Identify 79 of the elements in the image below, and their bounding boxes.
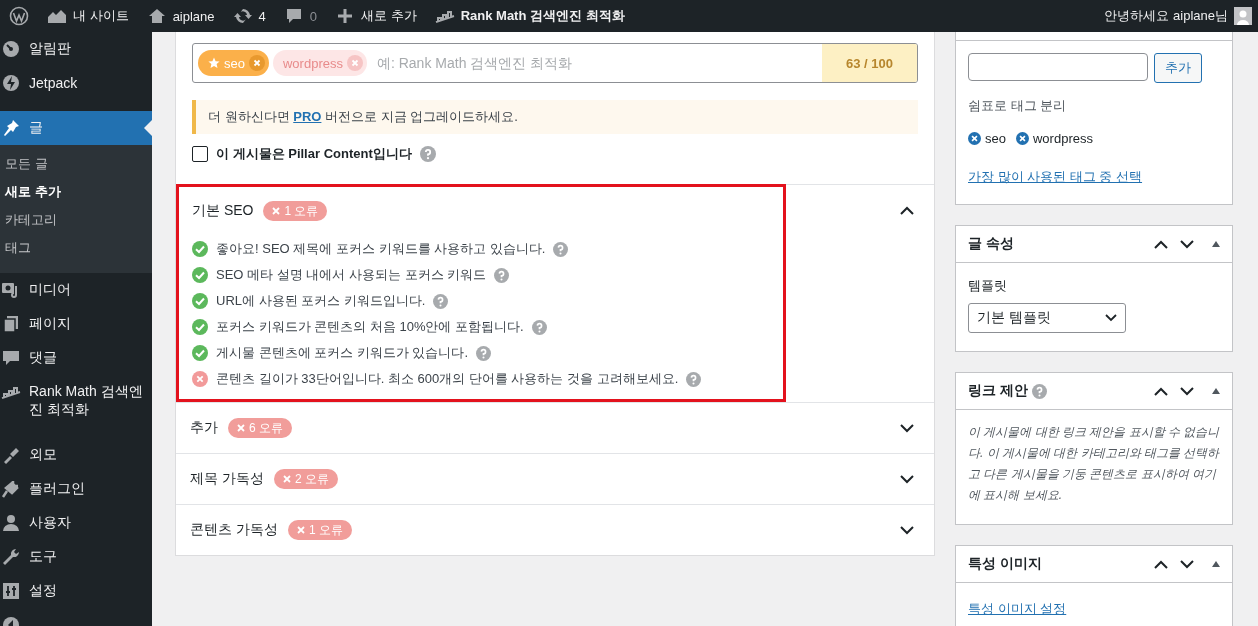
move-up-icon[interactable]	[1154, 239, 1168, 249]
sidebar-item[interactable]: 미디어	[0, 273, 152, 307]
check-text: URL에 사용된 포커스 키워드입니다.	[216, 292, 426, 310]
star-icon	[208, 57, 220, 69]
pillar-label: 이 게시물은 Pillar Content입니다	[216, 145, 412, 163]
pro-link[interactable]: PRO	[293, 109, 322, 124]
collapse-chevron-icon[interactable]	[900, 205, 914, 215]
submenu-item[interactable]: 모든 글	[0, 150, 152, 178]
sidebar-item[interactable]: 페이지	[0, 307, 152, 341]
check-text: SEO 메타 설명 내에서 사용되는 포커스 키워드	[216, 266, 487, 284]
move-down-icon[interactable]	[1180, 239, 1194, 249]
speech-bubble-icon	[1, 348, 21, 368]
expand-chevron-icon[interactable]	[900, 525, 914, 535]
remove-tag-icon[interactable]	[1015, 132, 1029, 145]
sidebar-item[interactable]: 플러그인	[0, 472, 152, 506]
error-badge: 6 오류	[228, 418, 292, 438]
error-badge: 2 오류	[273, 469, 338, 489]
error-badge: 1 오류	[287, 520, 352, 540]
collapse-toggle-icon[interactable]	[1212, 561, 1220, 567]
sidebar-item[interactable]: 외모	[0, 438, 152, 472]
check-text: 포커스 키워드가 콘텐츠의 처음 10%안에 포함됩니다.	[216, 318, 524, 336]
admin-bar-item[interactable]: aiplane	[137, 0, 224, 32]
pillar-checkbox[interactable]	[192, 146, 208, 162]
current-page-indicator	[144, 120, 152, 136]
admin-bar-item[interactable]: 내 사이트	[38, 0, 138, 32]
suggestions-message: 이 게시물에 대한 링크 제안을 표시할 수 없습니다. 이 게시물에 대한 카테고리와 태그를 선택하고 다른 게시물을 기둥 콘텐츠로 표시하여 여기에 표시해 보세요.	[968, 424, 1220, 504]
sidebar-item[interactable]: Rank Math 검색엔진 최적화	[0, 375, 152, 438]
tag-label: seo	[985, 131, 1006, 146]
section-title[interactable]: 추가	[190, 419, 218, 437]
sidebar-item[interactable]: 사용자	[0, 506, 152, 540]
upgrade-notice: 더 원하신다면 PRO 버전으로 지금 업그레이드하세요.	[192, 100, 918, 134]
sidebar-item[interactable]: 글	[0, 111, 152, 145]
tag-hint: 쉼표로 태그 분리	[968, 97, 1068, 115]
collapse-toggle-icon[interactable]	[1212, 241, 1220, 247]
wordpress-logo-icon	[9, 6, 29, 26]
most-used-tags-link[interactable]: 가장 많이 사용된 태그 중 선택	[968, 168, 1143, 186]
check-text: 콘텐츠 길이가 33단어입니다. 최소 600개의 단어를 사용하는 것을 고려해보세요.	[216, 370, 679, 388]
expand-chevron-icon[interactable]	[900, 423, 914, 433]
panel-title: 링크 제안	[968, 382, 1028, 400]
expand-chevron-icon[interactable]	[900, 474, 914, 484]
sidebar-item[interactable]: 도구	[0, 540, 152, 574]
collapse-toggle-icon[interactable]	[1212, 388, 1220, 394]
panel-title: 특성 이미지	[968, 555, 1042, 573]
submenu-item[interactable]: 카테고리	[0, 206, 152, 234]
section-title[interactable]: 제목 가독성	[190, 470, 264, 488]
greeting-link[interactable]: 안녕하세요 aiplane님	[1104, 7, 1228, 25]
add-tag-button[interactable]: 추가	[1154, 53, 1202, 83]
user-icon	[1, 513, 21, 533]
submenu-item[interactable]: 새로 추가	[0, 178, 152, 206]
admin-bar-item[interactable]: 0	[274, 0, 327, 32]
error-badge: 1 오류	[263, 201, 328, 221]
wrench-icon	[1, 547, 21, 567]
sidebar-item[interactable]: 알림판	[0, 32, 152, 66]
dropdown-caret-icon	[1105, 314, 1117, 322]
seo-score: 63 / 100	[822, 44, 917, 82]
move-up-icon[interactable]	[1154, 386, 1168, 396]
remove-tag-icon[interactable]	[968, 132, 981, 145]
move-down-icon[interactable]	[1180, 559, 1194, 569]
admin-bar-item[interactable]: Rank Math 검색엔진 최적화	[425, 0, 634, 32]
sidebar-item[interactable]: 댓글	[0, 341, 152, 375]
check-text: 좋아요! SEO 제목에 포커스 키워드를 사용하고 있습니다.	[216, 240, 546, 258]
sidebar-item[interactable]: 설정	[0, 574, 152, 608]
set-featured-image-link[interactable]: 특성 이미지 설정	[968, 601, 1067, 616]
check-text: 게시물 콘텐츠에 포커스 키워드가 있습니다.	[216, 344, 469, 362]
template-label: 템플릿	[968, 277, 1008, 295]
admin-bar-item[interactable]: 새로 추가	[326, 0, 426, 32]
section-title[interactable]: 콘텐츠 가독성	[190, 521, 278, 539]
refresh-icon	[232, 6, 253, 26]
move-up-icon[interactable]	[1154, 559, 1168, 569]
panel-title: 글 속성	[968, 235, 1014, 253]
submenu-item[interactable]: 태그	[0, 234, 152, 262]
tag-input-field[interactable]	[968, 53, 1148, 81]
tag-label: wordpress	[1032, 131, 1093, 146]
pin-icon	[1, 118, 21, 138]
section-title[interactable]: 기본 SEO	[192, 202, 254, 220]
admin-bar-item[interactable]: 4	[223, 0, 275, 32]
sidebar-item[interactable]: Jetpack	[0, 66, 152, 100]
template-select[interactable]: 기본 템플릿	[968, 303, 1126, 333]
move-down-icon[interactable]	[1180, 386, 1194, 396]
